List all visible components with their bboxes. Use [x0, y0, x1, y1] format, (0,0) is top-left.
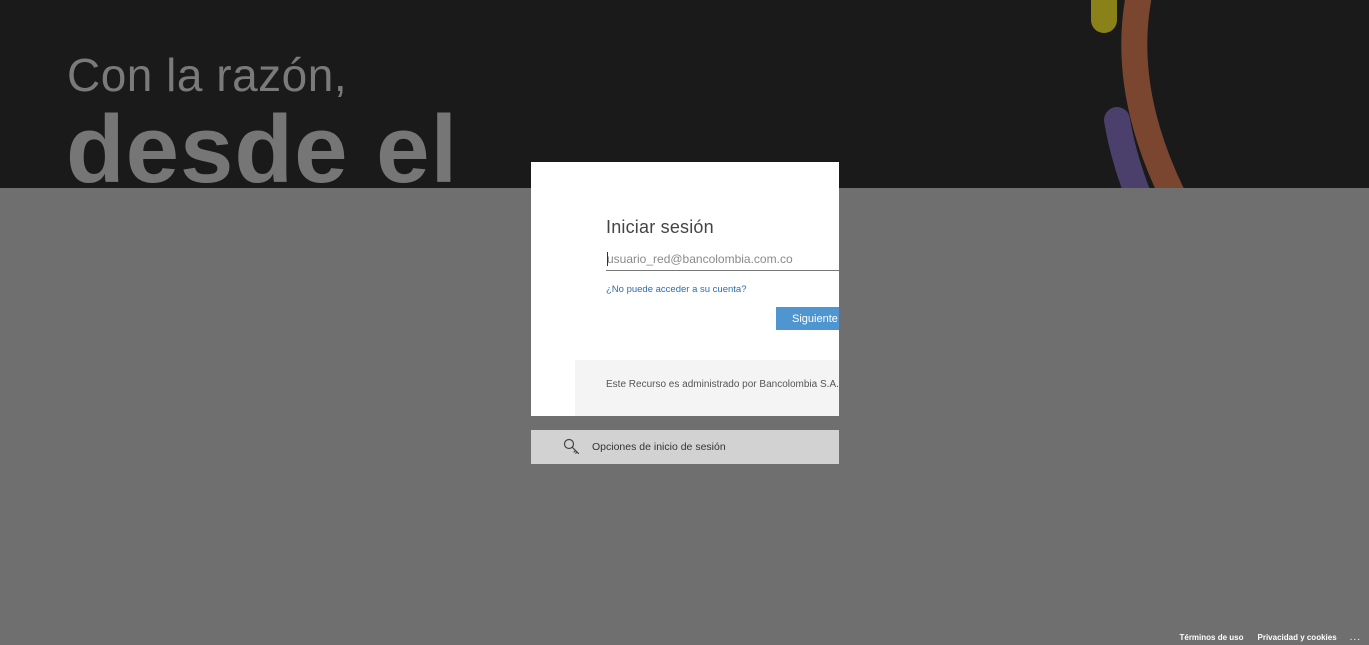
next-button[interactable]: Siguiente	[776, 307, 839, 330]
signin-card: Iniciar sesión ¿No puede acceder a su cu…	[531, 162, 839, 416]
privacy-link[interactable]: Privacidad y cookies	[1258, 633, 1337, 642]
signin-options-button[interactable]: Opciones de inicio de sesión	[531, 430, 839, 464]
hero-headline-2: desde el	[66, 96, 459, 189]
more-options-icon[interactable]: ...	[1350, 632, 1361, 643]
hero-banner: Con la razón, desde el	[0, 0, 1369, 188]
cant-access-link[interactable]: ¿No puede acceder a su cuenta?	[606, 284, 746, 295]
signin-title: Iniciar sesión	[606, 217, 714, 237]
admin-notice-text: Este Recurso es administrado por Bancolo…	[606, 379, 839, 390]
text-caret	[607, 252, 608, 266]
key-icon	[563, 438, 581, 461]
admin-notice-box: Este Recurso es administrado por Bancolo…	[575, 360, 839, 416]
terms-link[interactable]: Términos de uso	[1179, 633, 1243, 642]
footer: Términos de uso Privacidad y cookies ...	[1165, 629, 1369, 645]
signin-options-label: Opciones de inicio de sesión	[592, 441, 726, 453]
hero-headline-1: Con la razón,	[67, 49, 348, 101]
brown-arc	[1121, 0, 1184, 188]
email-input[interactable]	[606, 248, 839, 271]
